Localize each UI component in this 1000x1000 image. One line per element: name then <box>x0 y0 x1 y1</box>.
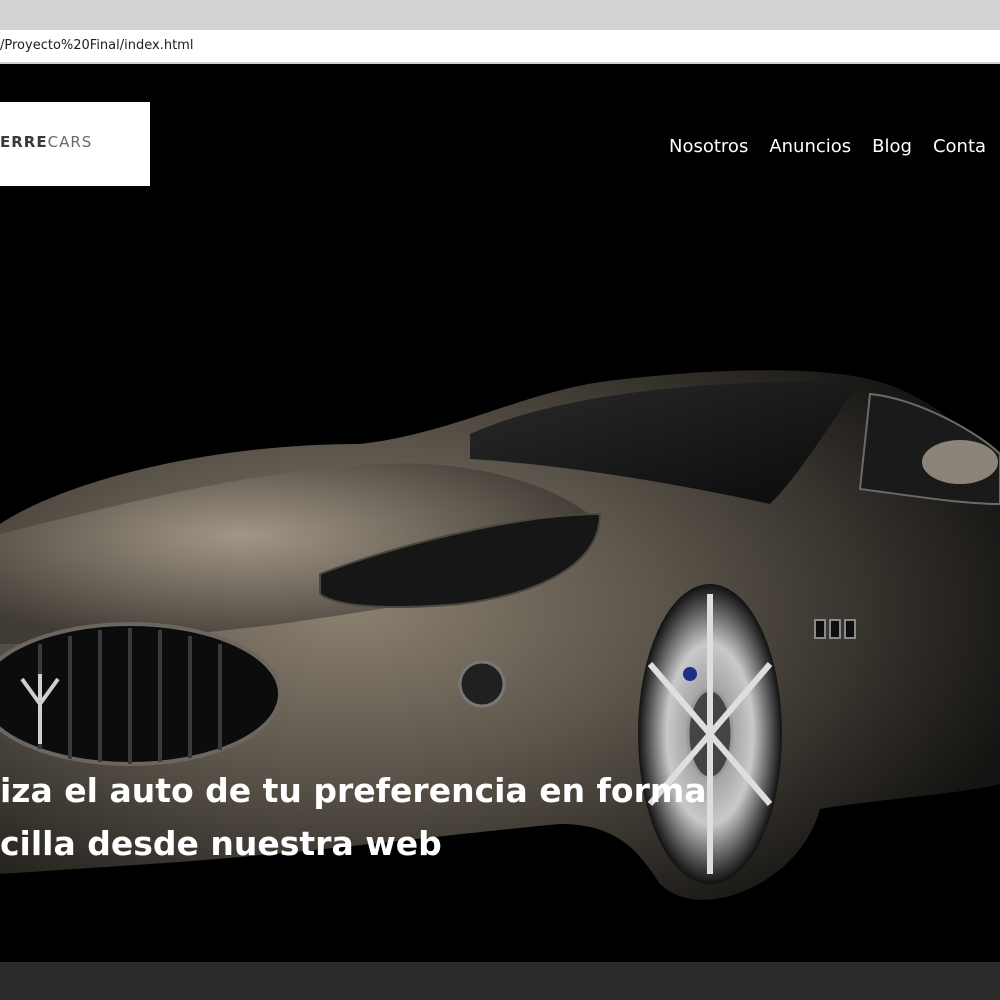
nav-contacto[interactable]: Conta <box>933 136 986 157</box>
logo-text: ERRECARS <box>0 133 93 151</box>
main-nav: Nosotros Anuncios Blog Conta <box>669 136 986 157</box>
headline-line-2: cilla desde nuestra web <box>0 824 442 863</box>
headline-line-1: iza el auto de tu preferencia en forma <box>0 771 707 810</box>
nav-anuncios[interactable]: Anuncios <box>769 136 851 157</box>
address-bar[interactable]: /Proyecto%20Final/index.html <box>0 30 1000 64</box>
brand-logo[interactable]: ERRECARS <box>0 102 150 186</box>
nav-blog[interactable]: Blog <box>872 136 912 157</box>
hero-headline: iza el auto de tu preferencia en forma c… <box>0 764 707 870</box>
hero-section: ERRECARS Nosotros Anuncios Blog Conta iz… <box>0 64 1000 962</box>
url-text: /Proyecto%20Final/index.html <box>0 38 194 53</box>
section-divider <box>0 962 1000 1000</box>
browser-chrome <box>0 0 1000 30</box>
nav-nosotros[interactable]: Nosotros <box>669 136 748 157</box>
